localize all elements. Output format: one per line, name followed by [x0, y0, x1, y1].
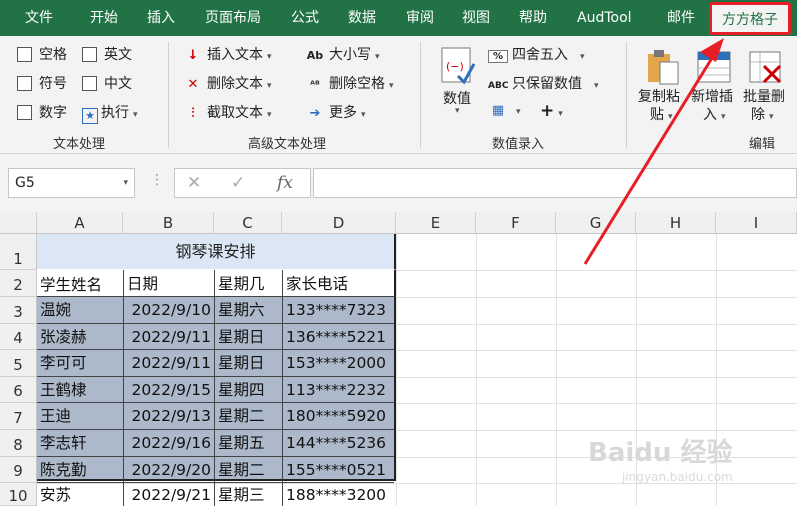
watermark: Baidu 经验 [588, 438, 733, 468]
excel-window: 文件 开始 插入 页面布局 公式 数据 审阅 视图 帮助 AudTool 邮件 … [0, 0, 797, 506]
arrow-annotation [583, 38, 724, 265]
watermark-sub: jingyan.baidu.com [622, 470, 733, 484]
